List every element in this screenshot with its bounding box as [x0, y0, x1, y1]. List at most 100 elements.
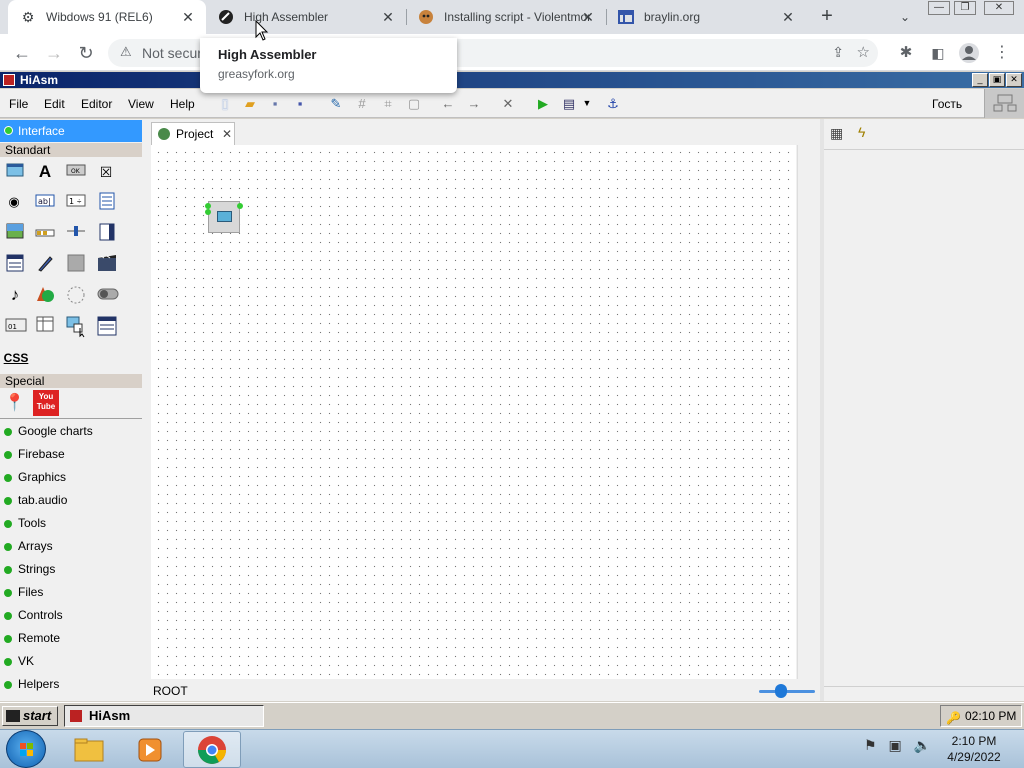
save-as-icon[interactable]: ▪ [291, 95, 309, 112]
app-minimize-button[interactable]: _ [972, 73, 988, 87]
dropdown-icon[interactable]: ▼ [578, 95, 596, 112]
open-folder-icon[interactable]: ▰ [241, 95, 259, 112]
shape-icon[interactable] [35, 285, 55, 305]
menu-help[interactable]: Help [170, 97, 195, 111]
css-icon[interactable]: CSS [3, 348, 29, 368]
menu-edit[interactable]: Edit [44, 97, 65, 111]
edit-box-icon[interactable]: ab| [35, 192, 55, 212]
media-player-icon[interactable] [97, 254, 117, 274]
label-icon[interactable]: A [35, 162, 55, 182]
bookmark-star-icon[interactable]: ☆ [857, 43, 870, 61]
frame-icon[interactable]: ▢ [405, 95, 423, 112]
palette-header[interactable]: Interface [0, 120, 142, 142]
menu-file[interactable]: File [9, 97, 28, 111]
panel-icon[interactable] [66, 254, 86, 274]
radio-button-icon[interactable]: ◉ [4, 192, 24, 212]
start-button[interactable]: start [2, 706, 58, 726]
zoom-slider-handle[interactable] [775, 684, 787, 698]
back-button[interactable]: ← [10, 41, 34, 65]
table-icon[interactable] [35, 316, 55, 336]
window-close-button[interactable]: ✕ [984, 1, 1014, 15]
user-button[interactable] [984, 89, 1024, 118]
design-canvas[interactable] [151, 145, 796, 679]
network-icon[interactable]: ▣ [888, 737, 901, 753]
extensions-icon[interactable]: ✱ [894, 41, 918, 65]
input-pin[interactable] [205, 209, 211, 215]
canvas-scrollbar[interactable] [797, 145, 817, 679]
compile-icon[interactable]: ▤ [560, 95, 578, 112]
run-icon[interactable]: ▶ [534, 95, 552, 112]
app-maximize-button[interactable]: ▣ [989, 73, 1005, 87]
tab-project[interactable]: Project ✕ [151, 122, 235, 145]
media-player-icon[interactable] [121, 731, 179, 768]
progress-bar-icon[interactable] [35, 223, 55, 243]
memo-icon[interactable] [97, 192, 117, 212]
date-icon[interactable]: 01 [5, 316, 27, 336]
grid-list-icon[interactable] [97, 316, 117, 336]
tab-close-icon[interactable]: ✕ [580, 9, 596, 25]
map-pin-icon[interactable]: 📍 [4, 393, 25, 413]
tab-close-icon[interactable]: ✕ [780, 9, 796, 25]
reload-button[interactable]: ↻ [74, 41, 98, 65]
section-standart[interactable]: Standart [0, 143, 142, 157]
share-icon[interactable]: ⇪ [832, 44, 844, 61]
task-hiasm[interactable]: HiAsm [64, 705, 264, 727]
tab-braylin[interactable]: braylin.org ✕ [606, 0, 806, 34]
image-icon[interactable] [5, 223, 25, 243]
button-icon[interactable]: OK [66, 162, 86, 182]
window-minimize-button[interactable]: — [928, 1, 950, 15]
form-component[interactable] [205, 201, 243, 233]
key-icon[interactable]: 🔑 [946, 708, 961, 728]
tab-installing-script[interactable]: Installing script - Violentmonkey ✕ [406, 0, 606, 34]
os-clock[interactable]: 2:10 PM 4/29/2022 [944, 733, 1004, 765]
menu-editor[interactable]: Editor [81, 97, 112, 111]
youtube-icon[interactable]: You Tube [33, 390, 59, 416]
side-panel-icon[interactable]: ◧ [926, 41, 950, 65]
tree-view-icon[interactable] [66, 316, 86, 338]
new-tab-button[interactable]: + [815, 5, 839, 29]
tab-wibdows[interactable]: ⚙ Wibdows 91 (REL6) ✕ [8, 0, 206, 34]
pen-icon[interactable] [35, 254, 55, 274]
properties-icon[interactable]: ▦ [830, 125, 843, 142]
tab-search-icon[interactable]: ⌄ [893, 5, 917, 29]
spin-edit-icon[interactable]: 1 ÷ [66, 192, 86, 212]
tab-high-assembler[interactable]: High Assembler ✕ [206, 0, 406, 34]
save-icon[interactable]: ▪ [266, 95, 284, 112]
form-icon[interactable] [5, 162, 25, 182]
timer-icon[interactable] [66, 285, 86, 305]
output-pin[interactable] [237, 203, 243, 209]
tab-close-icon[interactable]: ✕ [180, 9, 196, 25]
volume-icon[interactable]: 🔈 [914, 737, 931, 753]
delete-icon[interactable]: ✕ [499, 95, 517, 112]
menu-view[interactable]: View [128, 97, 154, 111]
list-box-icon[interactable] [5, 254, 25, 274]
chrome-menu-icon[interactable]: ⋮ [990, 41, 1014, 65]
anchor-icon[interactable]: ⚓ [604, 95, 622, 112]
windows-start-orb[interactable] [6, 730, 46, 768]
warning-icon[interactable]: ⚠ [120, 44, 132, 60]
window-restore-button[interactable]: ❐ [954, 1, 976, 15]
toggle-icon[interactable] [97, 285, 119, 305]
undo-icon[interactable]: ← [439, 95, 457, 112]
new-file-icon[interactable]: ▯ [216, 95, 234, 112]
music-note-icon[interactable]: ♪ [5, 285, 25, 305]
tab-close-icon[interactable]: ✕ [380, 9, 396, 25]
close-box-icon[interactable]: ☒ [96, 162, 116, 182]
trackbar-icon[interactable] [66, 223, 86, 243]
events-icon[interactable]: ϟ [858, 124, 865, 140]
redo-icon[interactable]: → [465, 95, 483, 112]
section-special[interactable]: Special [0, 374, 142, 388]
edit-icon[interactable]: ✎ [327, 95, 345, 112]
tab-close-icon[interactable]: ✕ [222, 127, 232, 141]
zoom-slider-track[interactable] [759, 690, 815, 693]
grid-icon[interactable]: # [353, 95, 371, 112]
align-icon[interactable]: ⌗ [379, 95, 397, 112]
app-close-button[interactable]: ✕ [1006, 73, 1022, 87]
action-center-icon[interactable]: ⚑ [864, 737, 877, 753]
file-explorer-icon[interactable] [60, 731, 118, 768]
properties-list[interactable] [824, 149, 1024, 687]
scrollbar-icon[interactable] [97, 223, 117, 243]
chrome-icon[interactable] [183, 731, 241, 768]
forward-button[interactable]: → [42, 41, 66, 65]
profile-avatar[interactable] [957, 41, 981, 65]
